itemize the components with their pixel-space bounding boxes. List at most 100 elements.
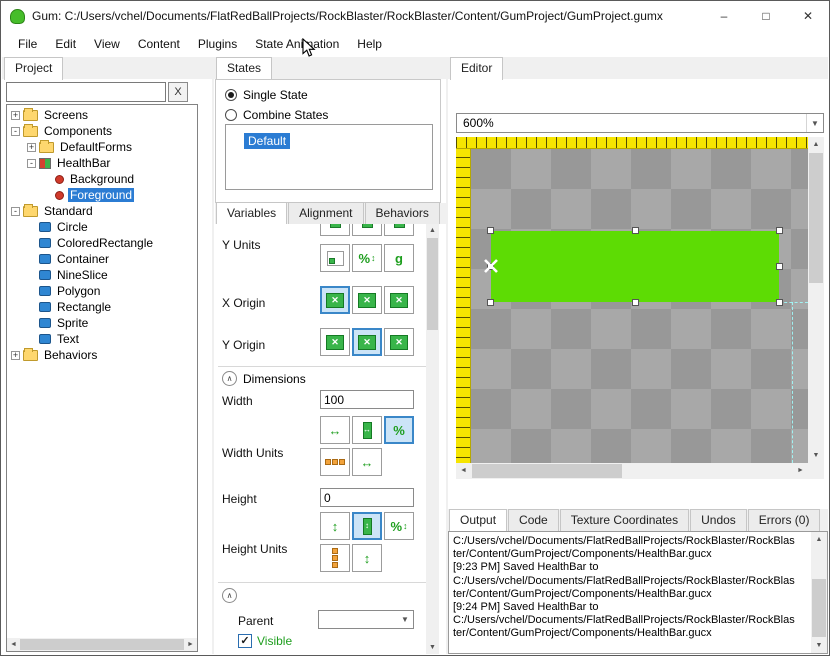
scrollbar-thumb[interactable] <box>427 238 438 330</box>
tree-item-circle[interactable]: Circle <box>8 219 196 235</box>
menu-plugins[interactable]: Plugins <box>189 32 246 56</box>
scroll-right-icon[interactable]: ► <box>184 638 197 651</box>
zoom-dropdown[interactable]: 600% ▼ <box>456 113 824 133</box>
y-units-option-button[interactable] <box>320 224 350 236</box>
resize-handle-bottom-left[interactable] <box>487 299 494 306</box>
resize-handle-top-right[interactable] <box>776 227 783 234</box>
resize-handle-top-left[interactable] <box>487 227 494 234</box>
height-units-percent-button[interactable]: %↕ <box>384 512 414 540</box>
canvas-vertical-scrollbar[interactable]: ▲ ▼ <box>808 137 824 463</box>
width-input[interactable] <box>320 390 414 409</box>
scroll-down-icon[interactable]: ▼ <box>808 448 824 463</box>
minimize-button[interactable]: – <box>703 1 745 31</box>
tree-item-text[interactable]: Text <box>8 331 196 347</box>
tab-states[interactable]: States <box>216 57 272 80</box>
y-origin-bottom-button[interactable]: ✕ <box>384 328 414 356</box>
scrollbar-thumb[interactable] <box>812 579 826 637</box>
single-state-radio[interactable]: Single State <box>225 88 308 102</box>
search-input[interactable] <box>6 82 166 102</box>
tree-item-container[interactable]: Container <box>8 251 196 267</box>
tree-item-background[interactable]: Background <box>8 171 196 187</box>
scroll-down-icon[interactable]: ▼ <box>811 638 827 653</box>
tab-code[interactable]: Code <box>508 509 559 531</box>
width-units-relative-button[interactable]: ↔ <box>352 416 382 444</box>
tree-item-components[interactable]: - Components <box>8 123 196 139</box>
tree-item-defaultforms[interactable]: + DefaultForms <box>8 139 196 155</box>
expander-icon[interactable]: + <box>11 351 20 360</box>
output-vertical-scrollbar[interactable]: ▲ ▼ <box>811 532 827 653</box>
menu-content[interactable]: Content <box>129 32 189 56</box>
scroll-up-icon[interactable]: ▲ <box>811 532 827 547</box>
scrollbar-thumb[interactable] <box>809 153 823 283</box>
tab-alignment[interactable]: Alignment <box>288 202 363 224</box>
height-units-relative-button[interactable]: ↕ <box>352 512 382 540</box>
collapse-dimensions-button[interactable]: ∧ <box>222 371 237 386</box>
scroll-right-icon[interactable]: ► <box>793 463 808 479</box>
tree-item-sprite[interactable]: Sprite <box>8 315 196 331</box>
scroll-up-icon[interactable]: ▲ <box>426 224 439 237</box>
width-units-absolute-button[interactable]: ↔ <box>320 416 350 444</box>
expander-icon[interactable]: + <box>11 111 20 120</box>
scrollbar-thumb[interactable] <box>20 639 184 650</box>
tree-item-rectangle[interactable]: Rectangle <box>8 299 196 315</box>
width-units-children-button[interactable]: ↔ <box>352 448 382 476</box>
state-item-default[interactable]: Default <box>244 133 290 149</box>
x-origin-right-button[interactable]: ✕ <box>384 286 414 314</box>
canvas-horizontal-scrollbar[interactable]: ◄ ► <box>456 463 808 479</box>
height-units-children-button[interactable]: ↕ <box>352 544 382 572</box>
expander-icon[interactable]: - <box>11 127 20 136</box>
tree-item-behaviors[interactable]: + Behaviors <box>8 347 196 363</box>
menu-view[interactable]: View <box>85 32 129 56</box>
y-units-baseline-button[interactable]: g <box>384 244 414 272</box>
editor-canvas[interactable] <box>471 149 808 463</box>
tab-project[interactable]: Project <box>4 57 63 80</box>
scroll-down-icon[interactable]: ▼ <box>426 641 439 654</box>
expander-icon[interactable]: - <box>27 159 36 168</box>
menu-help[interactable]: Help <box>348 32 391 56</box>
tree-item-nineslice[interactable]: NineSlice <box>8 267 196 283</box>
menu-state-animation[interactable]: State Animation <box>246 32 348 56</box>
menu-edit[interactable]: Edit <box>46 32 85 56</box>
resize-handle-middle-right[interactable] <box>776 263 783 270</box>
y-origin-center-button[interactable]: ✕ <box>352 328 382 356</box>
parent-dropdown[interactable]: ▼ <box>318 610 414 629</box>
height-input[interactable] <box>320 488 414 507</box>
x-origin-center-button[interactable]: ✕ <box>352 286 382 314</box>
search-clear-button[interactable]: X <box>168 82 188 102</box>
scroll-up-icon[interactable]: ▲ <box>808 137 824 152</box>
scroll-left-icon[interactable]: ◄ <box>7 638 20 651</box>
tree-item-coloredrectangle[interactable]: ColoredRectangle <box>8 235 196 251</box>
y-units-pixels-from-bottom-button[interactable] <box>320 244 350 272</box>
maximize-button[interactable]: □ <box>745 1 787 31</box>
tree-item-healthbar[interactable]: - HealthBar <box>8 155 196 171</box>
tree-horizontal-scrollbar[interactable]: ◄ ► <box>7 638 197 651</box>
visible-checkbox[interactable]: ✓ <box>238 634 252 648</box>
scrollbar-thumb[interactable] <box>472 464 622 478</box>
tab-errors[interactable]: Errors (0) <box>748 509 821 531</box>
resize-handle-top-center[interactable] <box>632 227 639 234</box>
height-units-file-button[interactable] <box>320 544 350 572</box>
width-units-file-button[interactable] <box>320 448 350 476</box>
width-units-percent-button[interactable]: % <box>384 416 414 444</box>
menu-file[interactable]: File <box>9 32 46 56</box>
y-units-option-button[interactable] <box>384 224 414 236</box>
foreground-rectangle[interactable] <box>491 231 779 302</box>
tab-output[interactable]: Output <box>449 509 507 532</box>
y-origin-top-button[interactable]: ✕ <box>320 328 350 356</box>
tab-variables[interactable]: Variables <box>216 202 287 225</box>
expander-icon[interactable]: - <box>11 207 20 216</box>
tab-behaviors[interactable]: Behaviors <box>365 202 440 224</box>
resize-handle-bottom-right[interactable] <box>776 299 783 306</box>
collapse-parent-button[interactable]: ∧ <box>222 588 237 603</box>
tree-item-screens[interactable]: + Screens <box>8 107 196 123</box>
y-units-percent-button[interactable]: %↕ <box>352 244 382 272</box>
scroll-left-icon[interactable]: ◄ <box>456 463 471 479</box>
tab-undos[interactable]: Undos <box>690 509 747 531</box>
combine-states-radio[interactable]: Combine States <box>225 108 328 122</box>
tab-editor[interactable]: Editor <box>450 57 503 80</box>
tab-texture-coordinates[interactable]: Texture Coordinates <box>560 509 689 531</box>
variables-vertical-scrollbar[interactable]: ▲ ▼ <box>426 224 439 654</box>
resize-handle-bottom-center[interactable] <box>632 299 639 306</box>
height-units-absolute-button[interactable]: ↕ <box>320 512 350 540</box>
tree-item-standard[interactable]: - Standard <box>8 203 196 219</box>
